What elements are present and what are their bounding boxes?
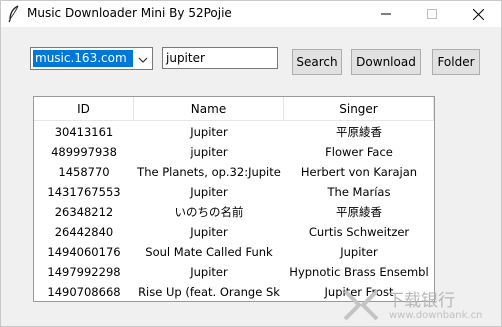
source-select-value: music.163.com [33,50,133,67]
cell-singer: 平原綾香 [336,125,382,139]
cell-singer: Herbert von Karajan [300,165,418,179]
cell-name: Soul Mate Called Funk [145,245,273,259]
minimize-icon [381,13,391,15]
cell-id: 26348212 [54,205,114,219]
cell-id: 1497992298 [47,265,121,279]
column-header-singer[interactable]: Singer [284,97,434,121]
cell-singer: The Marías [327,185,391,199]
table-row[interactable]: 1494060176 Soul Mate Called Funk Jupiter [34,242,434,262]
cell-singer: 平原綾香 [336,205,382,219]
table-row[interactable]: 30413161 Jupiter 平原綾香 [34,122,434,142]
cell-singer: Hypnotic Brass Ensembl [289,265,429,279]
cell-name: Jupiter [190,125,228,139]
table-row[interactable]: 26442840 Jupiter Curtis Schweitzer [34,222,434,242]
column-header-name[interactable]: Name [134,97,284,121]
folder-button[interactable]: Folder [432,49,480,75]
search-button[interactable]: Search [292,49,342,75]
column-header-id[interactable]: ID [34,97,134,121]
title-bar[interactable]: Music Downloader Mini By 52Pojie [1,1,501,27]
search-input[interactable]: jupiter [162,47,278,69]
cell-id: 30413161 [54,125,114,139]
close-button[interactable] [455,1,501,27]
download-button[interactable]: Download [351,49,421,75]
chevron-down-icon[interactable] [136,52,150,66]
cell-id: 1490708668 [47,285,121,299]
watermark-text: 下载银行 [387,291,455,311]
downbank-logo-icon [343,289,379,321]
table-row[interactable]: 1458770 The Planets, op.32:Jupite Herber… [34,162,434,182]
maximize-button[interactable] [409,1,455,27]
cell-name: Jupiter [190,225,228,239]
table-row[interactable]: 26348212 いのちの名前 平原綾香 [34,202,434,222]
cell-id: 489997938 [51,145,117,159]
cell-id: 26442840 [54,225,114,239]
cell-singer: Curtis Schweitzer [308,225,410,239]
cell-name: The Planets, op.32:Jupite [137,165,281,179]
cell-singer: Jupiter [340,245,378,259]
app-window: Music Downloader Mini By 52Pojie music.1… [0,0,502,327]
results-table[interactable]: ID Name Singer 30413161 Jupiter 平原綾香 489… [33,96,435,302]
cell-name: Jupiter [190,185,228,199]
cell-name: jupiter [190,145,228,159]
table-row[interactable]: 489997938 jupiter Flower Face [34,142,434,162]
feather-icon [7,5,21,23]
table-row[interactable]: 1497992298 Jupiter Hypnotic Brass Ensemb… [34,262,434,282]
watermark: 下载银行 www.downbank.cn [341,283,501,327]
minimize-button[interactable] [363,1,409,27]
table-body: 30413161 Jupiter 平原綾香 489997938 jupiter … [34,122,434,301]
maximize-icon [427,9,437,19]
window-title: Music Downloader Mini By 52Pojie [27,6,232,20]
cell-name: Rise Up (feat. Orange Sk [138,285,280,299]
close-icon [472,8,484,20]
table-header: ID Name Singer [34,97,434,121]
cell-id: 1494060176 [47,245,121,259]
table-row[interactable]: 1431767553 Jupiter The Marías [34,182,434,202]
cell-singer: Flower Face [325,145,393,159]
cell-name: いのちの名前 [174,205,244,219]
cell-name: Jupiter [190,265,228,279]
watermark-url: www.downbank.cn [389,310,483,321]
source-select[interactable]: music.163.com [30,47,153,70]
cell-id: 1431767553 [47,185,121,199]
cell-id: 1458770 [58,165,110,179]
